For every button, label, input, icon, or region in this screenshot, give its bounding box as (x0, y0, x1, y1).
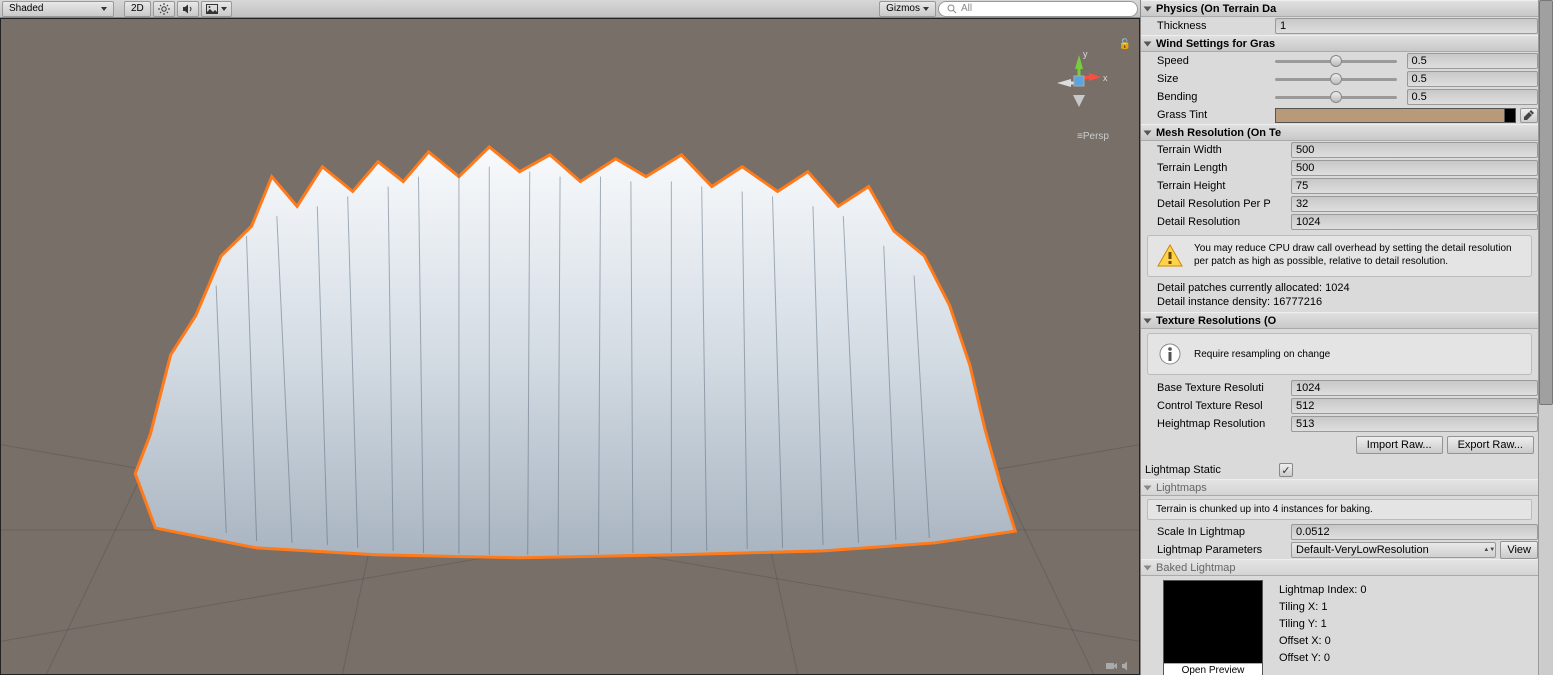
lightmap-tiling-x: Tiling X: 1 (1279, 599, 1366, 616)
base-texture-field[interactable]: 1024 (1291, 380, 1538, 396)
lightmap-offset-x: Offset X: 0 (1279, 633, 1366, 650)
thickness-row: Thickness 1 (1141, 17, 1538, 35)
orientation-gizmo[interactable]: y x (1039, 39, 1119, 119)
texture-section-header[interactable]: Texture Resolutions (O (1141, 312, 1538, 329)
grass-tint-row: Grass Tint (1141, 106, 1538, 124)
detail-per-patch-field[interactable]: 32 (1291, 196, 1538, 212)
scene-viewport[interactable]: 🔓 y x ≡Persp (0, 18, 1140, 675)
viewport-status-bar (1099, 658, 1139, 674)
open-preview-button[interactable]: Open Preview (1164, 663, 1262, 675)
gizmos-dropdown[interactable]: Gizmos (879, 1, 936, 17)
wind-bending-row: Bending 0.5 (1141, 88, 1538, 106)
lighting-toggle-button[interactable] (153, 1, 175, 17)
svg-text:y: y (1083, 49, 1088, 59)
terrain-width-field[interactable]: 500 (1291, 142, 1538, 158)
warning-icon (1154, 242, 1186, 270)
effects-dropdown[interactable] (201, 1, 232, 17)
wind-bending-slider[interactable] (1275, 96, 1397, 99)
patches-info: Detail patches currently allocated: 1024 (1141, 281, 1538, 295)
wind-size-row: Size 0.5 (1141, 70, 1538, 88)
toggle-2d-button[interactable]: 2D (124, 1, 151, 17)
info-icon (1154, 340, 1186, 368)
terrain-length-field[interactable]: 500 (1291, 160, 1538, 176)
lightmaps-info: Terrain is chunked up into 4 instances f… (1147, 499, 1532, 520)
svg-text:x: x (1103, 73, 1108, 83)
export-raw-button[interactable]: Export Raw... (1447, 436, 1534, 454)
lock-icon[interactable]: 🔓 (1119, 39, 1131, 50)
camera-icon[interactable] (1105, 660, 1117, 672)
speaker-icon (182, 3, 194, 15)
audio-toggle-button[interactable] (177, 1, 199, 17)
control-texture-field[interactable]: 512 (1291, 398, 1538, 414)
scene-toolbar: Shaded 2D Gizmos All (0, 0, 1140, 18)
wind-size-slider[interactable] (1275, 78, 1397, 81)
terrain-mesh (115, 137, 1025, 563)
eyedropper-icon (1524, 110, 1534, 120)
mesh-section-header[interactable]: Mesh Resolution (On Te (1141, 124, 1538, 141)
lightmap-preview-thumb[interactable]: Open Preview (1163, 580, 1263, 675)
eyedropper-button[interactable] (1520, 108, 1538, 123)
lightmap-params-dropdown[interactable]: Default-VeryLowResolution ▲▼ (1291, 542, 1496, 558)
wind-speed-slider[interactable] (1275, 60, 1397, 63)
lightmaps-section-header[interactable]: Lightmaps (1141, 479, 1538, 496)
wind-bending-field[interactable]: 0.5 (1407, 89, 1539, 105)
speaker-status-icon[interactable] (1121, 660, 1133, 672)
thickness-field[interactable]: 1 (1275, 18, 1538, 34)
mesh-help-box: You may reduce CPU draw call overhead by… (1147, 235, 1532, 277)
sun-icon (158, 3, 170, 15)
heightmap-field[interactable]: 513 (1291, 416, 1538, 432)
scale-lightmap-field[interactable]: 0.0512 (1291, 524, 1538, 540)
wind-size-field[interactable]: 0.5 (1407, 71, 1539, 87)
inspector-scrollbar[interactable] (1538, 0, 1553, 675)
import-raw-button[interactable]: Import Raw... (1356, 436, 1443, 454)
wind-section-header[interactable]: Wind Settings for Gras (1141, 35, 1538, 52)
scene-view-panel: Shaded 2D Gizmos All (0, 0, 1140, 675)
baked-lightmap-block: Open Preview Lightmap Index: 0 Tiling X:… (1141, 576, 1538, 675)
lightmap-tiling-y: Tiling Y: 1 (1279, 616, 1366, 633)
lightmap-offset-y: Offset Y: 0 (1279, 650, 1366, 667)
inspector-panel: Physics (On Terrain Da Thickness 1 Wind … (1140, 0, 1553, 675)
grass-tint-color[interactable] (1275, 108, 1516, 123)
scene-search-input[interactable]: All (938, 1, 1138, 17)
perspective-label[interactable]: ≡Persp (1077, 131, 1109, 142)
physics-section-header[interactable]: Physics (On Terrain Da (1141, 0, 1538, 17)
density-info: Detail instance density: 16777216 (1141, 295, 1538, 312)
wind-speed-row: Speed 0.5 (1141, 52, 1538, 70)
detail-resolution-field[interactable]: 1024 (1291, 214, 1538, 230)
view-button[interactable]: View (1500, 541, 1538, 559)
texture-help-box: Require resampling on change (1147, 333, 1532, 375)
lightmap-static-checkbox[interactable]: ✓ (1279, 463, 1293, 477)
baked-lightmap-header[interactable]: Baked Lightmap (1141, 559, 1538, 576)
shading-mode-dropdown[interactable]: Shaded (2, 1, 114, 17)
search-icon (947, 4, 957, 14)
wind-speed-field[interactable]: 0.5 (1407, 53, 1539, 69)
image-icon (206, 4, 218, 14)
terrain-height-field[interactable]: 75 (1291, 178, 1538, 194)
lightmap-index: Lightmap Index: 0 (1279, 582, 1366, 599)
